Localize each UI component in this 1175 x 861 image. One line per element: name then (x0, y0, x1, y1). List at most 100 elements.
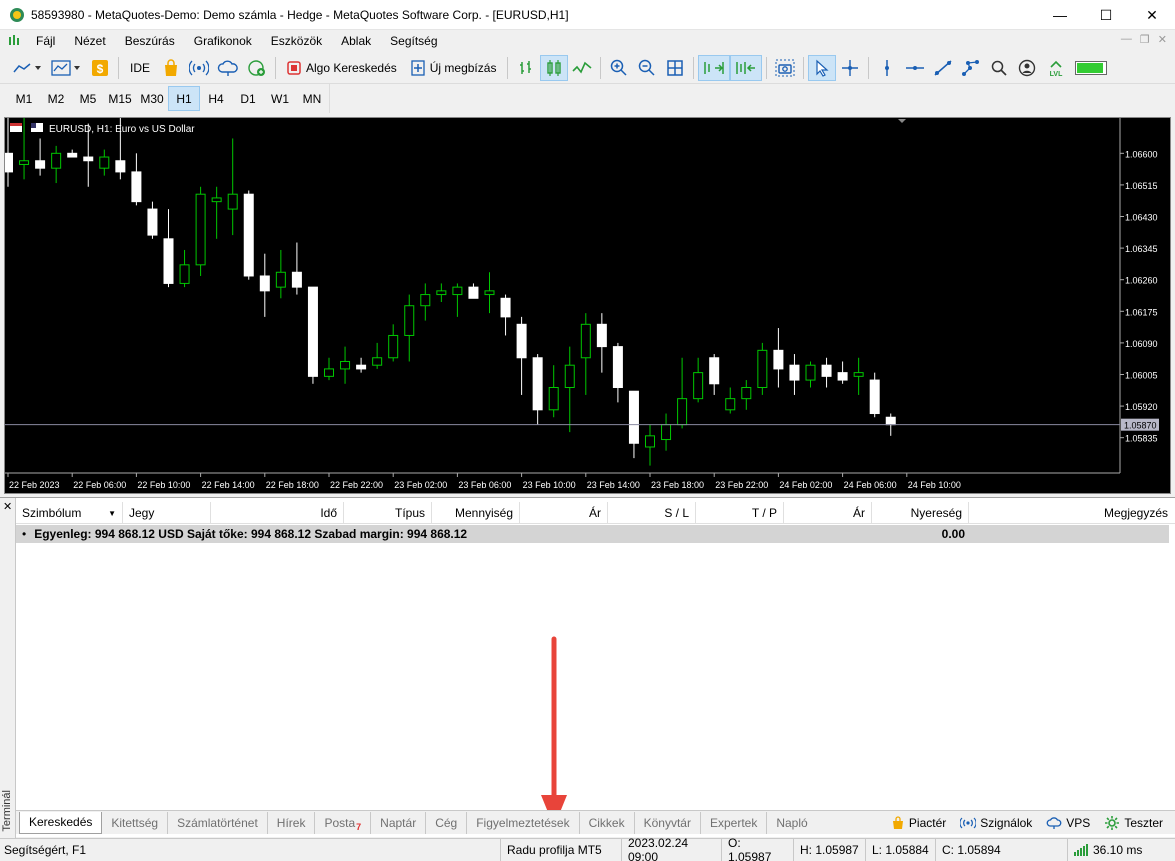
col-profit[interactable]: Nyereség (872, 502, 969, 524)
zoom-out-button[interactable] (633, 55, 661, 81)
tab-exposure[interactable]: Kitettség (102, 811, 169, 834)
chart-type-button[interactable] (8, 55, 46, 81)
tf-m30[interactable]: M30 (136, 86, 168, 111)
tab-company[interactable]: Cég (426, 811, 468, 834)
menu-view[interactable]: Nézet (67, 34, 117, 48)
menu-tools[interactable]: Eszközök (264, 34, 334, 48)
tab-calendar[interactable]: Naptár (371, 811, 427, 834)
tf-m15[interactable]: M15 (104, 86, 136, 111)
algo-trading-button[interactable]: Algo Kereskedés (280, 55, 404, 81)
col-time[interactable]: Idő (211, 502, 344, 524)
new-order-button[interactable]: Új megbízás (404, 55, 504, 81)
trendline-button[interactable] (929, 55, 957, 81)
candle (484, 272, 495, 314)
price-chart[interactable]: EURUSD, H1: Euro vs US Dollar 1.06600 1.0… (4, 117, 1171, 494)
menu-file[interactable]: Fájl (29, 34, 67, 48)
account-button[interactable] (1013, 55, 1041, 81)
tab-experts[interactable]: Expertek (701, 811, 768, 834)
status-profile[interactable]: Radu profilja MT5 (500, 838, 621, 861)
maximize-button[interactable]: ☐ (1083, 0, 1129, 30)
menu-window[interactable]: Ablak (334, 34, 383, 48)
vertical-line-button[interactable] (873, 55, 901, 81)
tester-tab[interactable]: Teszter (1104, 815, 1163, 831)
chart-shift-marker[interactable] (898, 119, 906, 123)
tile-windows-button[interactable] (661, 55, 689, 81)
crosshair-button[interactable] (836, 55, 864, 81)
cursor-button[interactable] (808, 54, 837, 81)
signals-tab[interactable]: Szignálok (960, 816, 1032, 830)
level-button[interactable]: LVL (1041, 55, 1071, 81)
mdi-minimize-button[interactable]: — (1121, 33, 1132, 46)
candlestick-chart[interactable]: EURUSD, H1: Euro vs US Dollar 1.066001.0… (5, 118, 1170, 493)
zoom-in-button[interactable] (605, 55, 633, 81)
shapes-button[interactable] (957, 55, 985, 81)
tf-d1[interactable]: D1 (232, 86, 264, 111)
candle (500, 294, 511, 336)
gear-icon (1105, 816, 1120, 830)
horizontal-line-button[interactable] (901, 55, 929, 81)
terminal-close-icon[interactable]: ✕ (3, 500, 12, 513)
vps-tab[interactable]: VPS (1046, 816, 1090, 830)
vps-button[interactable] (213, 55, 243, 81)
candlestick-button[interactable] (540, 54, 569, 81)
tf-w1[interactable]: W1 (264, 86, 296, 111)
chart-menu-icon[interactable] (7, 34, 21, 48)
tab-mailbox-label: Posta (324, 815, 356, 830)
status-ping[interactable]: 36.10 ms (1067, 838, 1148, 861)
terminal-tabs: Kereskedés Kitettség Számlatörténet Híre… (16, 810, 1175, 834)
col-symbol[interactable]: Szimbólum ▼ (16, 502, 123, 524)
tab-articles[interactable]: Cikkek (580, 811, 635, 834)
menu-insert[interactable]: Beszúrás (118, 34, 187, 48)
price-tick-label: 1.05920 (1125, 402, 1158, 412)
search-button[interactable] (985, 55, 1013, 81)
signals-button[interactable] (185, 55, 213, 81)
tab-journal[interactable]: Napló (767, 812, 816, 834)
menu-charts[interactable]: Grafikonok (187, 34, 264, 48)
tab-trade[interactable]: Kereskedés (19, 811, 103, 834)
col-ticket[interactable]: Jegy (123, 502, 211, 524)
candle (388, 324, 399, 362)
tab-news[interactable]: Hírek (268, 811, 316, 834)
community-button[interactable] (243, 55, 271, 81)
col-volume[interactable]: Mennyiség (432, 502, 520, 524)
col-sl[interactable]: S / L (608, 502, 696, 524)
templates-button[interactable] (46, 55, 86, 81)
mdi-restore-button[interactable]: ❐ (1140, 33, 1150, 46)
candle (805, 361, 816, 388)
menu-help[interactable]: Segítség (383, 34, 449, 48)
line-chart-button[interactable] (568, 55, 596, 81)
col-tp[interactable]: T / P (696, 502, 784, 524)
chart-shift-button[interactable] (730, 54, 763, 81)
ide-button[interactable]: IDE (123, 55, 157, 81)
minimize-button[interactable]: — (1037, 0, 1083, 30)
tab-alerts[interactable]: Figyelmeztetések (467, 811, 580, 834)
tf-h1[interactable]: H1 (168, 86, 200, 111)
tab-library[interactable]: Könyvtár (635, 811, 701, 834)
candle-body (163, 238, 174, 284)
screenshot-button[interactable] (771, 55, 799, 81)
col-type[interactable]: Típus (344, 502, 432, 524)
tf-m1[interactable]: M1 (8, 86, 40, 111)
tab-mailbox[interactable]: Posta 7 (315, 811, 372, 834)
close-button[interactable]: ✕ (1129, 0, 1175, 30)
market-bag-button[interactable] (157, 55, 185, 81)
tf-m2[interactable]: M2 (40, 86, 72, 111)
tab-history[interactable]: Számlatörténet (168, 811, 268, 834)
candle-body (853, 372, 864, 377)
stop-square-icon (287, 60, 301, 75)
balance-row[interactable]: • Egyenleg: 994 868.12 USD Saját tőke: 9… (16, 525, 1169, 543)
tf-m5[interactable]: M5 (72, 86, 104, 111)
market-tab[interactable]: Piactér (891, 816, 946, 830)
col-price[interactable]: Ár (520, 502, 608, 524)
candle (420, 283, 431, 321)
tf-h4[interactable]: H4 (200, 86, 232, 111)
tf-mn[interactable]: MN (296, 86, 328, 111)
autoscroll-button[interactable] (698, 54, 731, 81)
mdi-close-button[interactable]: ✕ (1158, 33, 1167, 46)
market-button[interactable]: $ (86, 55, 114, 81)
col-comment[interactable]: Megjegyzés (969, 502, 1174, 524)
candle (548, 365, 559, 418)
col-current-price[interactable]: Ár (784, 502, 872, 524)
menu-bar: Fájl Nézet Beszúrás Grafikonok Eszközök … (0, 30, 1175, 52)
bar-chart-button[interactable] (512, 55, 540, 81)
